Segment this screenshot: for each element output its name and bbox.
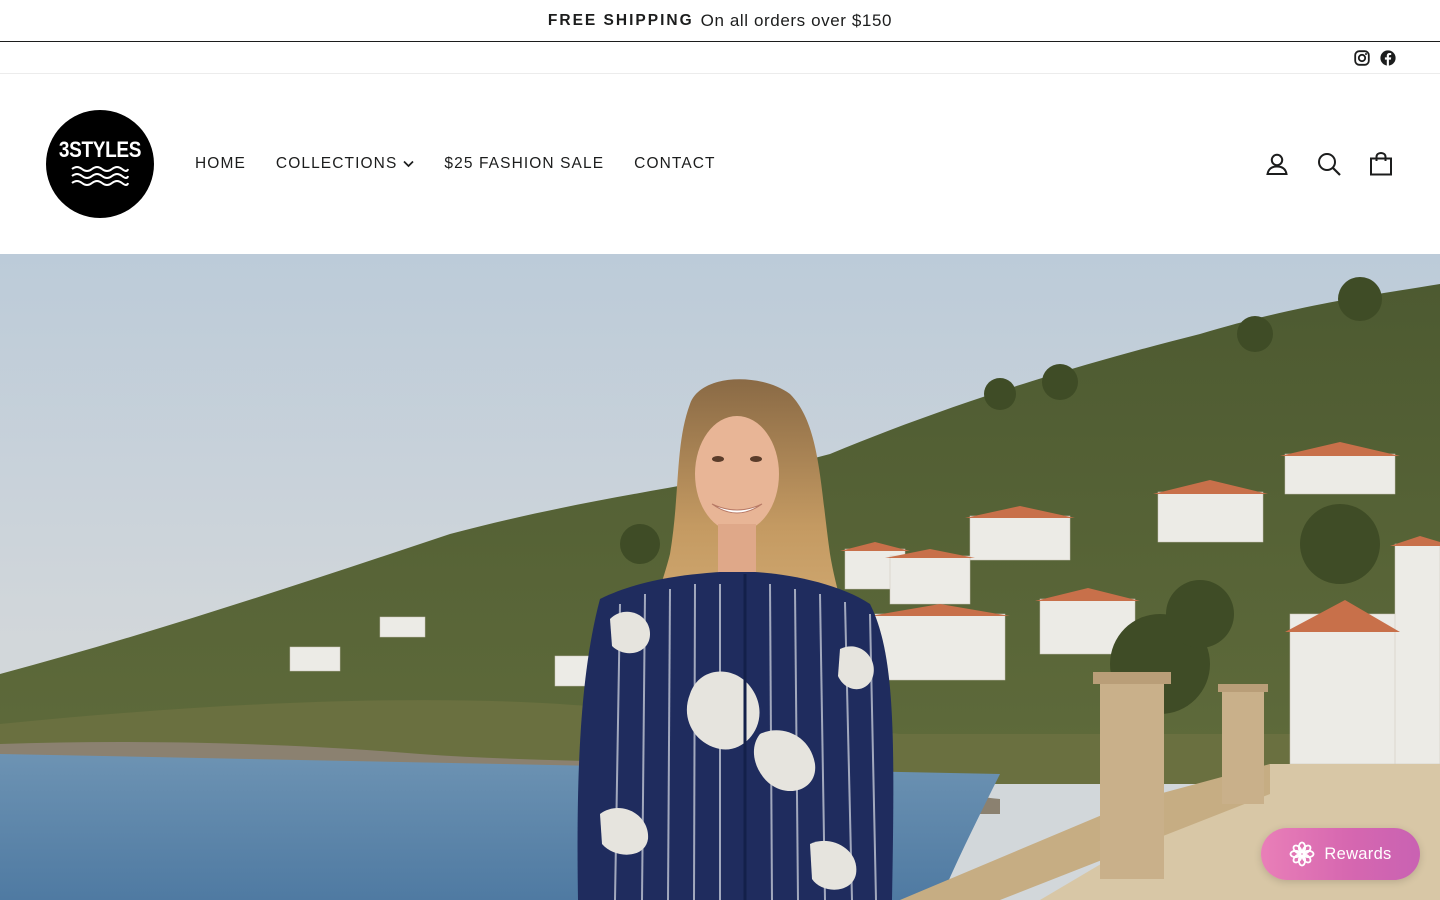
rewards-button[interactable]: Rewards [1261, 828, 1420, 880]
logo-text: 3STYLES [58, 138, 142, 163]
nav-collections-label: COLLECTIONS [275, 155, 398, 172]
store-logo[interactable]: 3STYLES [46, 110, 154, 218]
instagram-icon[interactable] [1354, 49, 1370, 66]
search-icon[interactable] [1316, 151, 1342, 177]
facebook-icon[interactable] [1380, 49, 1396, 66]
announcement-bold: FREE SHIPPING [547, 11, 694, 29]
hero-image [0, 254, 1440, 900]
social-bar [0, 42, 1440, 74]
site-header: 3STYLES HOME COLLECTIONS $25 FASHION SAL… [0, 74, 1440, 254]
hero-banner[interactable] [0, 254, 1440, 900]
waves-icon [71, 166, 129, 186]
cart-bag-icon[interactable] [1368, 151, 1394, 177]
nav-contact[interactable]: CONTACT [619, 144, 730, 184]
chevron-down-icon [403, 160, 415, 168]
nav-contact-label: CONTACT [634, 155, 716, 172]
nav-collections[interactable]: COLLECTIONS [261, 144, 430, 184]
flower-icon [1289, 841, 1315, 867]
nav-fashion-sale[interactable]: $25 FASHION SALE [429, 144, 619, 184]
header-actions [1264, 151, 1394, 177]
announcement-text: On all orders over $150 [700, 10, 893, 30]
account-icon[interactable] [1264, 151, 1290, 177]
nav-home-label: HOME [195, 155, 246, 172]
main-nav: HOME COLLECTIONS $25 FASHION SALE CONTAC… [195, 144, 731, 184]
nav-home[interactable]: HOME [195, 144, 261, 184]
nav-fashion-sale-label: $25 FASHION SALE [444, 155, 605, 172]
rewards-label: Rewards [1324, 844, 1392, 863]
announcement-bar: FREE SHIPPING On all orders over $150 [0, 0, 1440, 42]
